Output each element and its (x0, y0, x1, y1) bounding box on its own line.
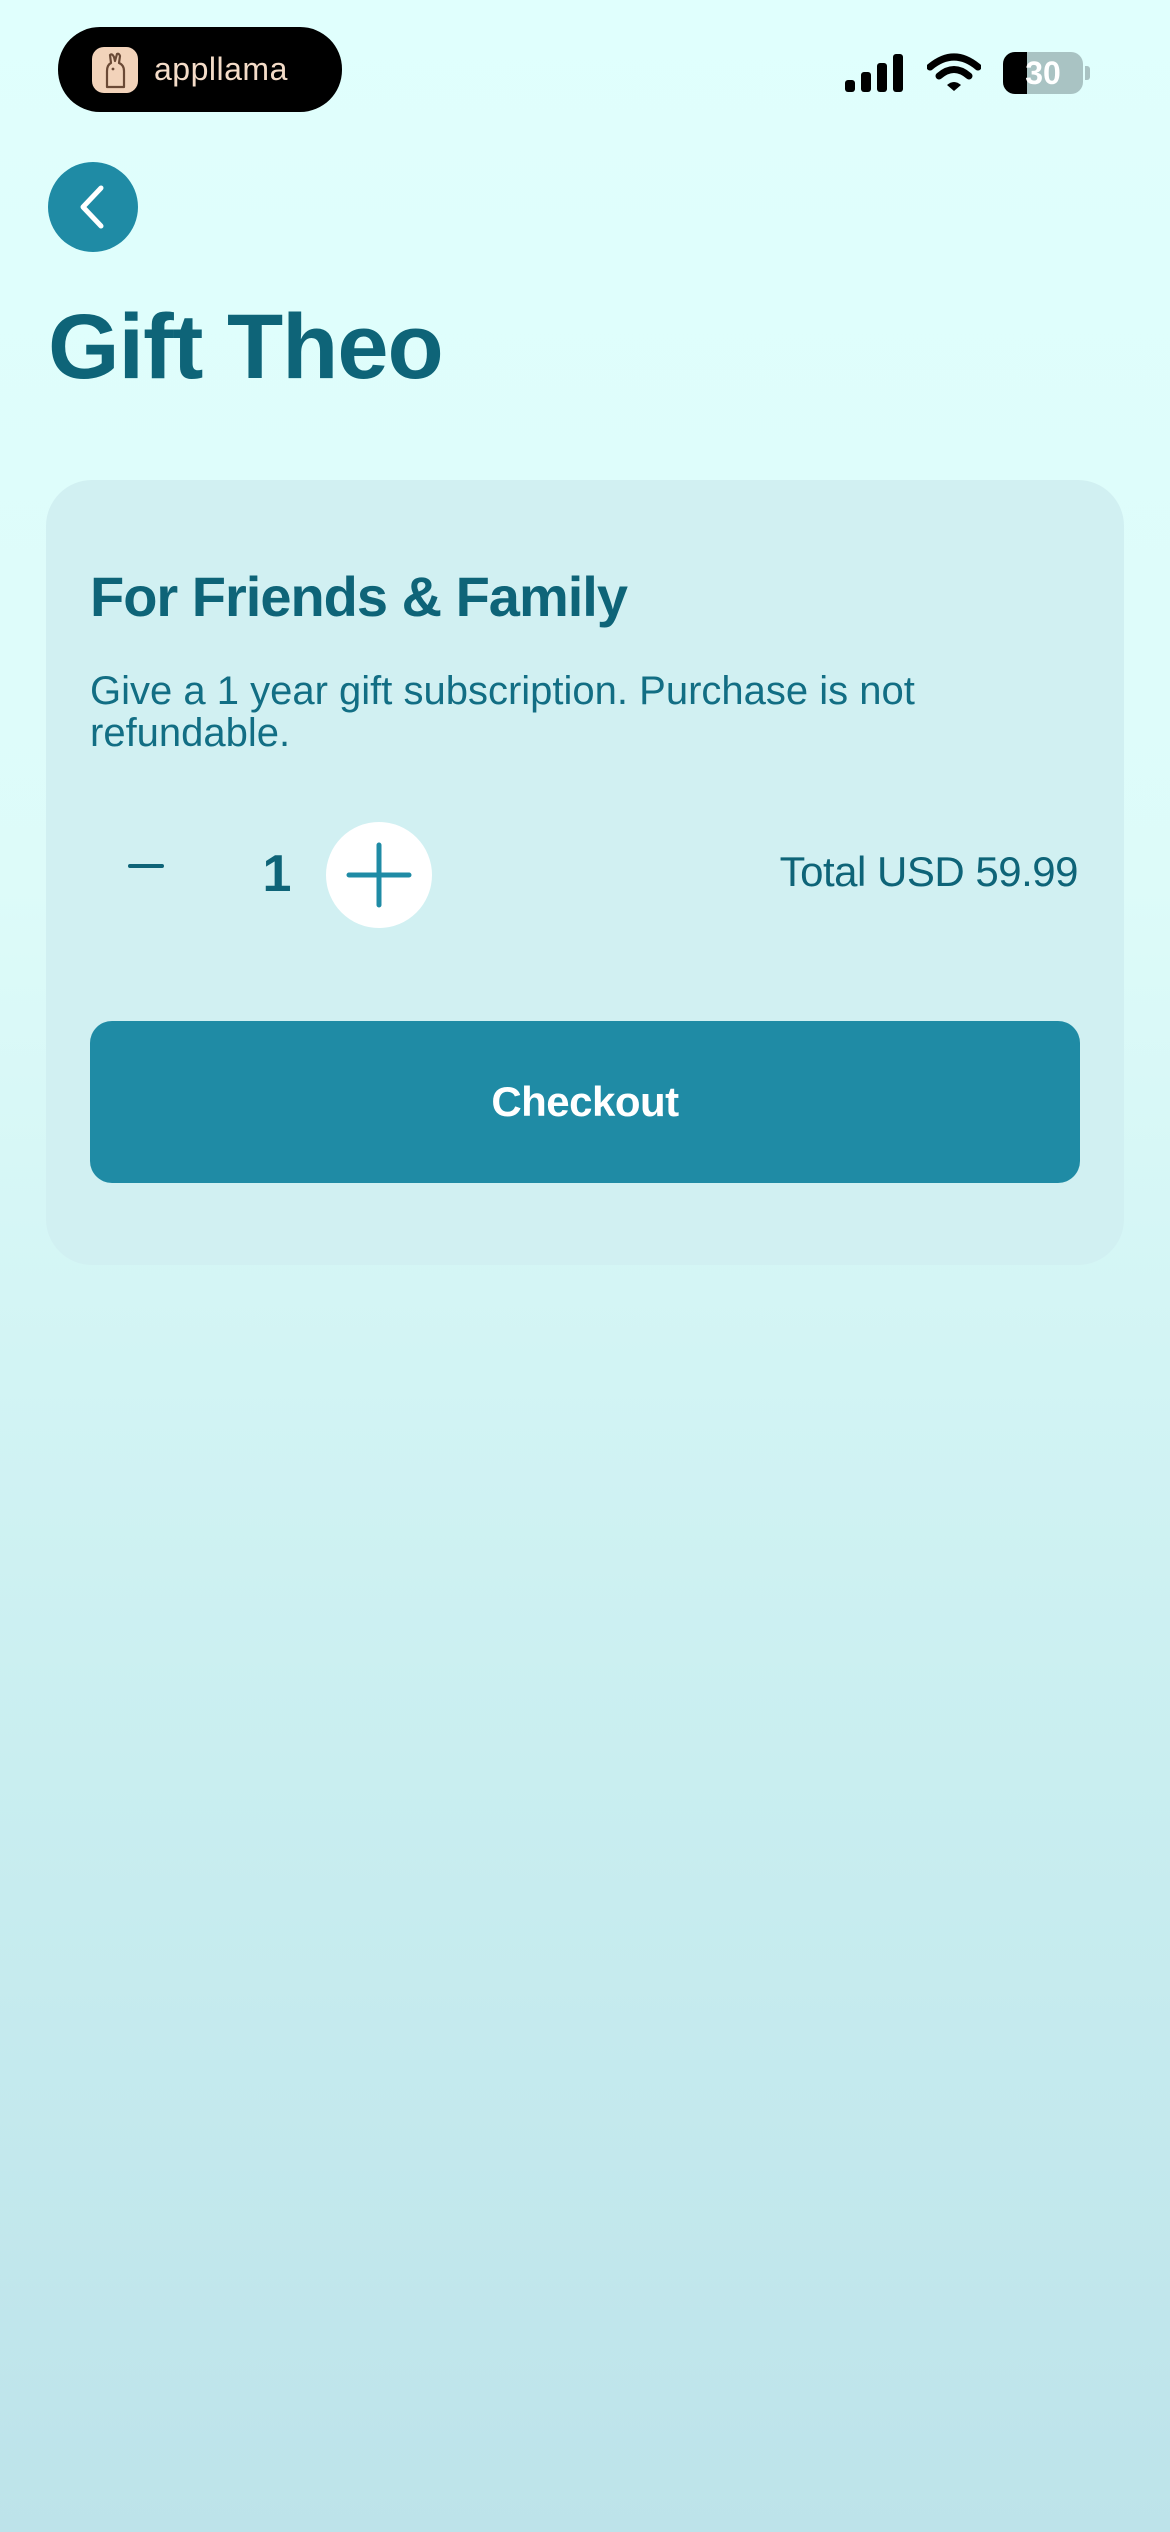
app-indicator-pill[interactable]: appllama (58, 27, 342, 112)
minus-icon (128, 864, 164, 868)
card-title: For Friends & Family (90, 565, 628, 628)
back-button[interactable] (48, 162, 138, 252)
battery-nub (1085, 66, 1090, 80)
status-indicators: 30 (845, 52, 1090, 94)
quantity-value: 1 (262, 845, 292, 903)
increase-quantity-button[interactable] (326, 822, 432, 928)
battery-level: 30 (1025, 54, 1061, 91)
plus-icon (346, 842, 412, 908)
decrease-quantity-button[interactable] (116, 836, 176, 896)
gift-subscription-card: For Friends & Family Give a 1 year gift … (46, 480, 1124, 1265)
battery-icon: 30 (1003, 52, 1083, 94)
chevron-left-icon (80, 185, 104, 229)
battery-fill (1003, 52, 1027, 94)
cellular-signal-icon (845, 54, 903, 92)
app-logo-text: appllama (154, 51, 288, 87)
llama-logo-icon (92, 46, 138, 93)
wifi-icon (927, 53, 981, 91)
checkout-button[interactable]: Checkout (90, 1021, 1080, 1183)
total-price: Total USD 59.99 (779, 848, 1079, 895)
page-title: Gift Theo (48, 296, 444, 398)
card-description: Give a 1 year gift subscription. Purchas… (90, 669, 915, 755)
